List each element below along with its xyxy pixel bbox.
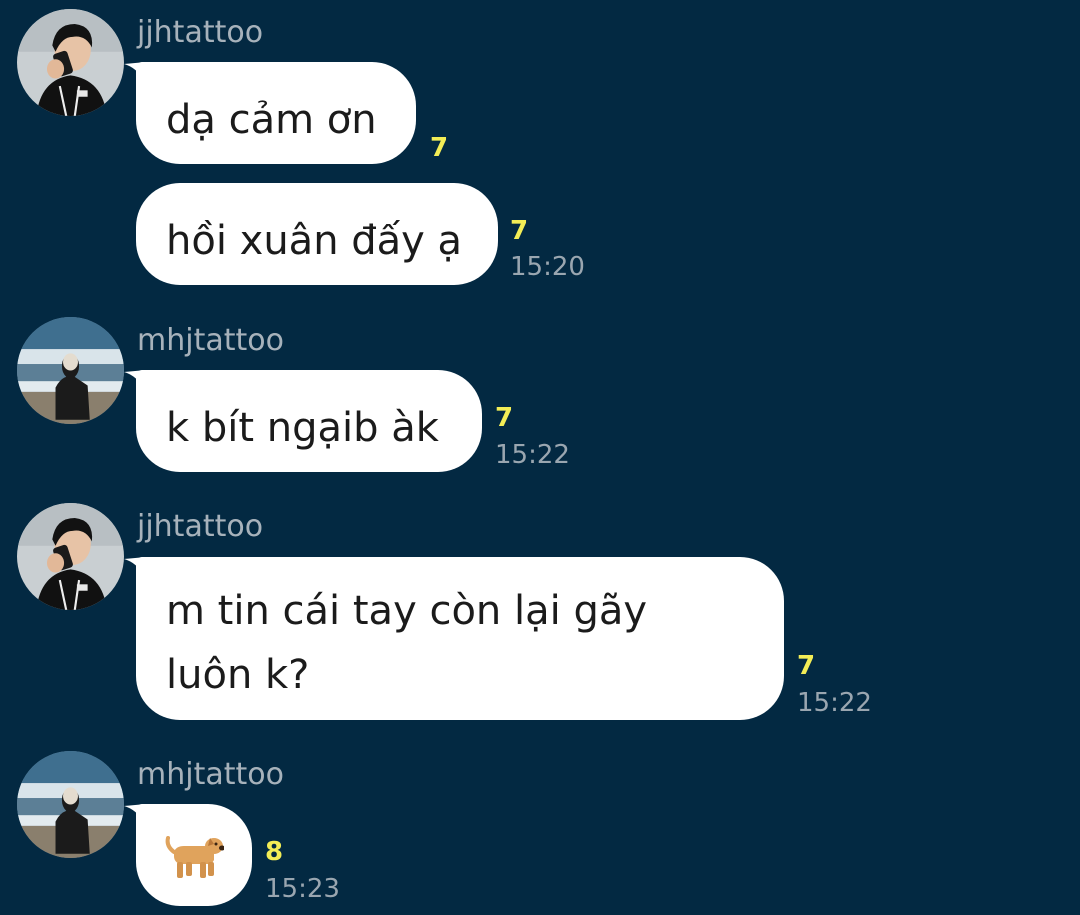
- person-photo-icon: [17, 503, 124, 610]
- mhjtattoo-avatar[interactable]: [17, 317, 124, 424]
- message-bubble[interactable]: k bít ngạib àk: [136, 370, 482, 472]
- mhjtattoo-avatar[interactable]: [17, 751, 124, 858]
- sender-name[interactable]: jjhtattoo: [137, 509, 263, 545]
- sender-name[interactable]: jjhtattoo: [137, 15, 263, 51]
- message-timestamp: 15:22: [797, 688, 872, 718]
- message-text: k bít ngạib àk: [166, 405, 439, 451]
- message-bubble[interactable]: m tin cái tay còn lại gãy luôn k?: [136, 557, 784, 720]
- unread-count: 7: [495, 403, 514, 433]
- sender-name[interactable]: mhjtattoo: [137, 323, 284, 359]
- beach-photo-icon: [17, 317, 124, 424]
- message-bubble[interactable]: hồi xuân đấy ạ: [136, 183, 498, 285]
- message-timestamp: 15:20: [510, 252, 585, 282]
- unread-count: 7: [797, 651, 816, 681]
- message-text: hồi xuân đấy ạ: [166, 218, 463, 264]
- jjhtattoo-avatar[interactable]: [17, 503, 124, 610]
- message-text-line: m tin cái tay còn lại gãy: [166, 588, 648, 634]
- dog-emoji-icon: [165, 836, 224, 878]
- message-text: dạ cảm ơn: [166, 97, 377, 143]
- sender-name[interactable]: mhjtattoo: [137, 757, 284, 793]
- message-bubble[interactable]: dạ cảm ơn: [136, 62, 416, 164]
- jjhtattoo-avatar[interactable]: [17, 9, 124, 116]
- unread-count: 7: [430, 133, 449, 163]
- sticker-bubble[interactable]: [136, 804, 252, 906]
- unread-count: 7: [510, 216, 529, 246]
- unread-count: 8: [265, 837, 284, 867]
- person-photo-icon: [17, 9, 124, 116]
- message-text-line: luôn k?: [166, 652, 310, 698]
- message-timestamp: 15:22: [495, 440, 570, 470]
- beach-photo-icon: [17, 751, 124, 858]
- message-timestamp: 15:23: [265, 874, 340, 904]
